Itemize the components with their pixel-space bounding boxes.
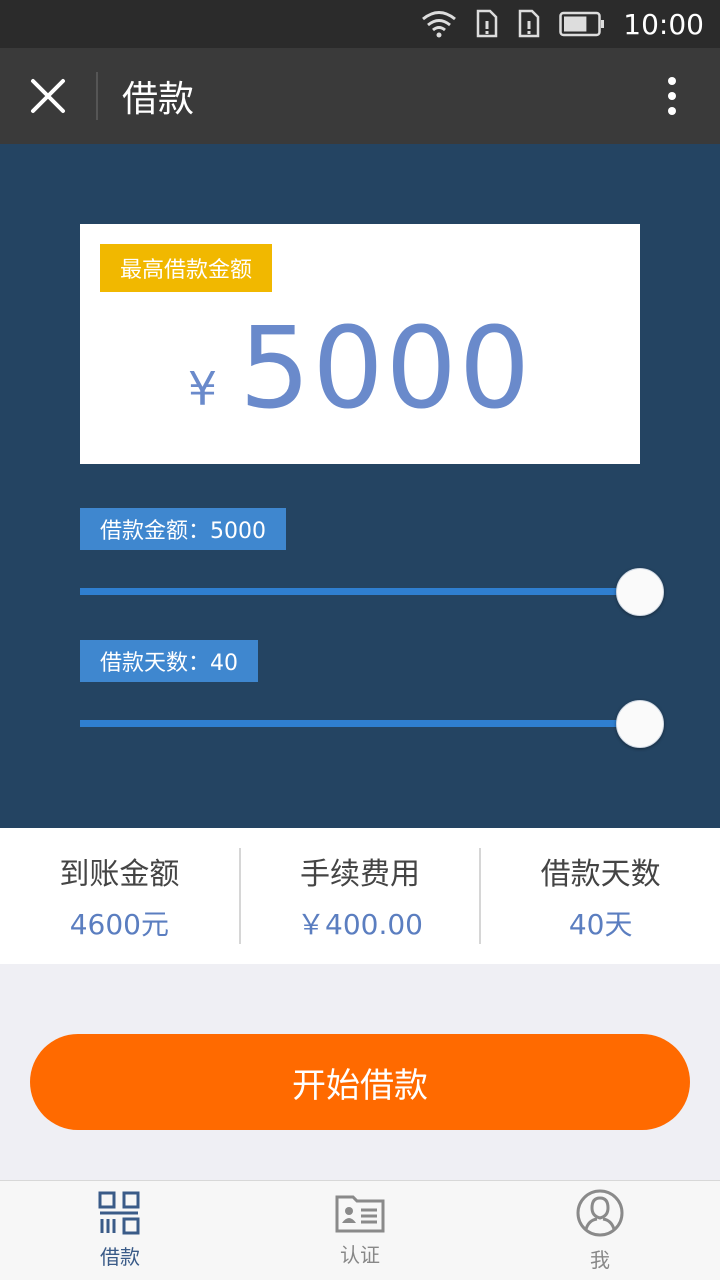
summary-value: 40天 xyxy=(568,908,633,941)
wifi-icon xyxy=(421,10,457,38)
days-slider-thumb[interactable] xyxy=(616,700,664,748)
nav-item-me[interactable]: 我 xyxy=(480,1181,720,1280)
currency-symbol: ¥ xyxy=(187,362,218,416)
start-loan-button[interactable]: 开始借款 xyxy=(30,1034,690,1130)
nav-label: 我 xyxy=(590,1248,610,1272)
max-amount-card: 最高借款金额 ¥ 5000 xyxy=(80,224,640,464)
max-amount-display: ¥ 5000 xyxy=(80,294,640,444)
more-vertical-icon xyxy=(668,77,676,115)
nav-item-loan[interactable]: 借款 xyxy=(0,1181,240,1280)
sim-alert-icon xyxy=(517,9,541,39)
summary-days: 借款天数 40天 xyxy=(481,848,720,944)
loan-config-panel: 最高借款金额 ¥ 5000 借款金额：5000 借款天数：40 xyxy=(0,144,720,828)
id-card-icon xyxy=(335,1195,385,1233)
amount-slider-thumb[interactable] xyxy=(616,568,664,616)
status-bar: 10:00 xyxy=(0,0,720,48)
loan-summary: 到账金额 4600元 手续费用 ￥400.00 借款天数 40天 xyxy=(0,828,720,964)
more-menu-button[interactable] xyxy=(624,48,720,144)
summary-fee: 手续费用 ￥400.00 xyxy=(241,848,482,944)
app-bar-divider xyxy=(96,72,98,120)
days-slider-track[interactable] xyxy=(80,720,640,727)
amount-slider-label: 借款金额：5000 xyxy=(80,508,286,550)
summary-label: 到账金额 xyxy=(59,857,180,892)
clock: 10:00 xyxy=(623,7,704,41)
page-title: 借款 xyxy=(122,79,195,120)
qr-loan-icon xyxy=(98,1191,140,1235)
max-amount-value: 5000 xyxy=(239,304,533,434)
summary-label: 借款天数 xyxy=(540,857,661,892)
app-bar: 借款 xyxy=(0,48,720,144)
summary-received-amount: 到账金额 4600元 xyxy=(0,848,241,944)
user-icon xyxy=(576,1189,624,1237)
nav-label: 认证 xyxy=(340,1243,380,1267)
bottom-nav: 借款 认证 我 xyxy=(0,1180,720,1280)
days-slider-label: 借款天数：40 xyxy=(80,640,258,682)
nav-item-verify[interactable]: 认证 xyxy=(240,1181,480,1280)
nav-label: 借款 xyxy=(100,1245,140,1269)
sim-alert-icon xyxy=(475,9,499,39)
battery-icon xyxy=(559,11,605,37)
amount-slider-track[interactable] xyxy=(80,588,640,595)
close-button[interactable] xyxy=(0,48,96,144)
summary-value: 4600元 xyxy=(69,908,169,941)
summary-value: ￥400.00 xyxy=(297,908,423,941)
close-icon xyxy=(31,79,65,113)
summary-label: 手续费用 xyxy=(300,857,420,892)
max-amount-tag: 最高借款金额 xyxy=(100,244,273,292)
